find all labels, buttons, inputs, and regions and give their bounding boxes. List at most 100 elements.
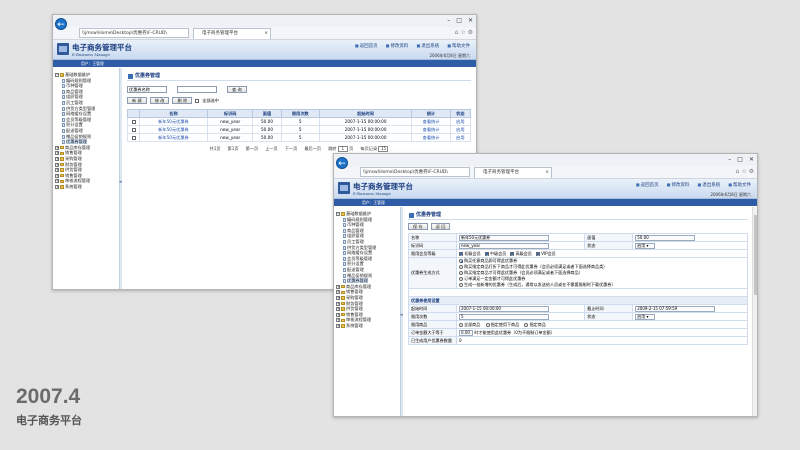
member-checkbox-2[interactable] <box>484 251 489 256</box>
back-icon[interactable]: ← <box>336 157 348 169</box>
start-field[interactable]: 2007-1-15 00:00:00 <box>459 305 549 312</box>
tab-close-icon[interactable]: × <box>264 29 268 39</box>
browser-tab[interactable]: 电子商务管理平台 × <box>193 28 271 39</box>
link-logout[interactable]: 退出系统 <box>416 43 439 49</box>
select-all-checkbox[interactable] <box>195 98 200 103</box>
mode-radio-5[interactable] <box>459 283 463 287</box>
coupon-name-link[interactable]: 新年50元优惠券 <box>139 133 208 142</box>
col-start[interactable]: 起始时间 <box>318 109 413 118</box>
mode-radio-2[interactable] <box>459 265 463 269</box>
link-profile[interactable]: 修改资料 <box>386 43 408 49</box>
value-field[interactable]: 50.00 <box>635 234 696 241</box>
expand-icon[interactable]: + <box>55 151 59 156</box>
expand-icon[interactable]: + <box>55 145 59 150</box>
row-checkbox[interactable] <box>131 128 136 132</box>
expand-icon[interactable]: − <box>55 73 59 77</box>
member-checkbox-4[interactable] <box>535 251 540 256</box>
col-status[interactable]: 状态 <box>449 109 472 118</box>
status-link[interactable]: 启用 <box>449 117 472 126</box>
filter-input[interactable] <box>177 86 217 93</box>
delete-button[interactable]: 删 除 <box>172 97 193 104</box>
home-star-gear-icons[interactable]: ⌂ ☆ ⚙ <box>736 168 754 175</box>
col-code[interactable]: 标识码 <box>206 109 254 118</box>
status2-select[interactable]: 启用 ▾ <box>635 313 656 320</box>
name-field[interactable]: 新年50元优惠券 <box>459 234 549 241</box>
pager-first[interactable]: 第一页 <box>246 146 259 152</box>
browser-tab[interactable]: 电子商务管理平台 × <box>474 167 552 178</box>
expand-icon[interactable]: + <box>336 290 340 295</box>
link-help[interactable]: 帮助文件 <box>728 182 751 188</box>
member-checkbox-1[interactable] <box>459 251 463 256</box>
filter-field-select[interactable]: 优惠券名称 <box>127 86 167 93</box>
link-home[interactable]: 返回首页 <box>636 182 659 188</box>
maximize-icon[interactable]: □ <box>456 17 462 24</box>
tab-close-icon[interactable]: × <box>545 168 549 178</box>
pager-last[interactable]: 最后一页 <box>304 146 321 152</box>
goods-radio-3[interactable] <box>524 322 529 327</box>
expand-icon[interactable]: + <box>55 168 59 173</box>
link-help[interactable]: 帮助文件 <box>447 43 470 49</box>
table-row[interactable]: 新年50元优惠券 new_year 50.00 5 2007-1-15 00:00:00… <box>127 125 472 134</box>
pager-next[interactable]: 下一页 <box>285 146 298 152</box>
save-button[interactable]: 保 存 <box>408 223 428 230</box>
mode-radio-3[interactable] <box>459 271 463 275</box>
back-icon[interactable]: ← <box>55 18 67 30</box>
status-link[interactable]: 启用 <box>449 133 472 142</box>
address-input[interactable]: \\jmsw\Home\Desktop\优惠券\F-CRUD\ <box>360 167 470 177</box>
pager-per-page-input[interactable]: 15 <box>378 146 389 152</box>
col-stat[interactable]: 统计 <box>411 109 451 118</box>
status-link[interactable]: 启用 <box>449 125 472 134</box>
status-select[interactable]: 启用 ▾ <box>635 242 656 249</box>
coupon-name-link[interactable]: 新年50元优惠券 <box>139 125 208 134</box>
expand-icon[interactable]: + <box>336 318 340 323</box>
expand-icon[interactable]: + <box>55 162 59 167</box>
edit-button[interactable]: 修 改 <box>149 97 170 104</box>
expand-icon[interactable]: + <box>336 295 340 300</box>
table-row[interactable]: 新年50元优惠券 new_year 50.00 5 2007-1-15 00:00:00… <box>127 117 472 126</box>
limit-field[interactable]: 5 <box>459 313 549 320</box>
expand-icon[interactable]: + <box>336 301 340 306</box>
minimize-icon[interactable]: – <box>447 17 450 24</box>
close-icon[interactable]: ✕ <box>749 156 754 163</box>
expand-icon[interactable]: + <box>55 173 59 178</box>
row-checkbox[interactable] <box>131 136 136 140</box>
pager-prev[interactable]: 上一页 <box>265 146 278 152</box>
row-checkbox[interactable] <box>131 120 136 124</box>
vertical-scrollbar[interactable] <box>752 207 757 416</box>
pager-page-select[interactable]: 1 <box>337 146 348 152</box>
code-field[interactable]: new_year <box>459 242 549 249</box>
maximize-icon[interactable]: □ <box>737 156 743 163</box>
home-star-gear-icons[interactable]: ⌂ ☆ ⚙ <box>455 29 473 36</box>
link-logout[interactable]: 退出系统 <box>697 182 720 188</box>
expand-icon[interactable]: + <box>336 307 340 312</box>
expand-icon[interactable]: + <box>336 323 340 328</box>
mode-radio-4[interactable] <box>459 277 463 281</box>
mode-radio-1[interactable] <box>459 259 463 263</box>
col-limit[interactable]: 限用次数 <box>280 109 320 118</box>
coupon-name-link[interactable]: 新年50元优惠券 <box>139 117 208 126</box>
min-field[interactable]: 0.00 <box>459 329 473 336</box>
view-stats-link[interactable]: 查看统计 <box>411 125 451 134</box>
col-name[interactable]: 名称 <box>139 109 208 118</box>
back-button[interactable]: 返 回 <box>430 223 451 230</box>
close-icon[interactable]: ✕ <box>468 17 473 24</box>
expand-icon[interactable]: + <box>336 284 340 289</box>
sidebar-node[interactable]: + 系统管理 <box>55 184 119 190</box>
link-profile[interactable]: 修改资料 <box>667 182 689 188</box>
goods-radio-2[interactable] <box>485 322 490 327</box>
table-row[interactable]: 新年50元优惠券 new_year 50.00 5 2007-1-15 00:00:00… <box>127 133 472 142</box>
search-button[interactable]: 查 询 <box>227 86 247 93</box>
expand-icon[interactable]: + <box>55 179 59 184</box>
view-stats-link[interactable]: 查看统计 <box>411 117 451 126</box>
col-value[interactable]: 面值 <box>252 109 282 118</box>
address-input[interactable]: \\jmsw\Home\Desktop\优惠券\F-CRUD\ <box>79 28 189 38</box>
expand-icon[interactable]: − <box>336 212 340 216</box>
view-stats-link[interactable]: 查看统计 <box>411 133 451 142</box>
end-field[interactable]: 2009-2-15 07:59:59 <box>635 305 716 312</box>
expand-icon[interactable]: + <box>55 156 59 161</box>
sidebar-node[interactable]: + 系统管理 <box>336 323 400 329</box>
expand-icon[interactable]: + <box>55 184 59 189</box>
link-home[interactable]: 返回首页 <box>355 43 378 49</box>
member-checkbox-3[interactable] <box>510 251 515 256</box>
minimize-icon[interactable]: – <box>728 156 731 163</box>
